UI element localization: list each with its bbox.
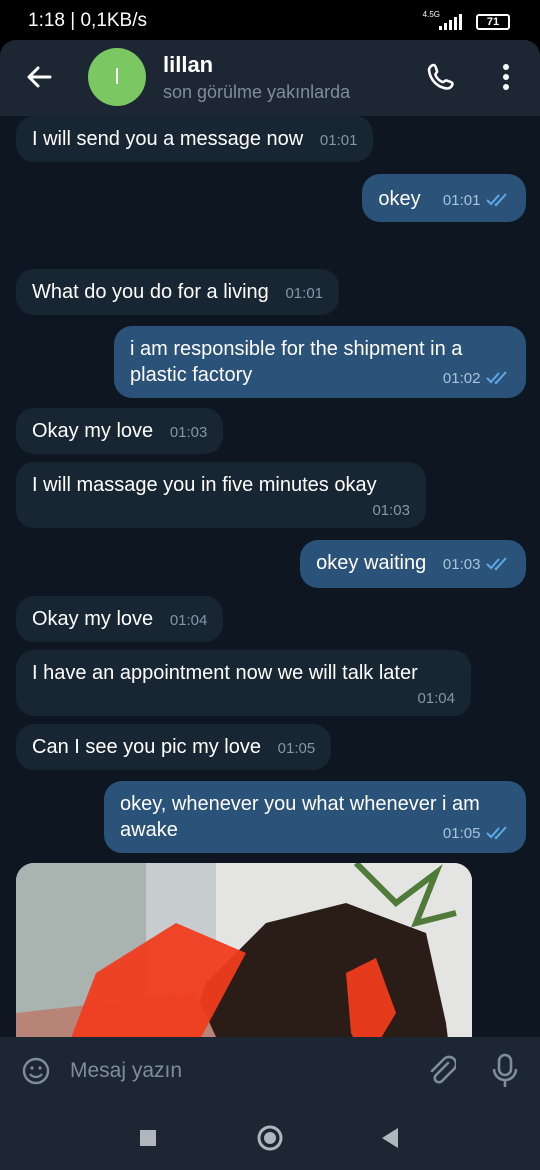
message-time: 01:05 [442, 825, 481, 842]
message-time: 01:05 [277, 740, 316, 757]
message-bubble[interactable]: I will send you a message now 01:01 [16, 116, 374, 162]
read-checkmark-icon [486, 826, 507, 840]
message-bubble[interactable]: Okay my love 01:03 [16, 408, 224, 454]
status-time: 1:18 | 0,1KB/s [28, 10, 148, 31]
read-checkmark-icon [486, 371, 507, 385]
photo-message[interactable] [16, 863, 472, 1037]
recent-apps-icon[interactable] [139, 1129, 157, 1147]
system-nav-bar [0, 1105, 540, 1170]
back-arrow-icon[interactable] [24, 62, 54, 92]
message-bubble[interactable]: What do you do for a living 01:01 [16, 269, 340, 315]
avatar[interactable]: l [88, 48, 146, 106]
message-text: okey waiting [316, 552, 427, 574]
microphone-icon[interactable] [492, 1053, 518, 1089]
message-time: 01:03 [442, 556, 481, 573]
signal-icon [439, 14, 462, 30]
status-bar: 1:18 | 0,1KB/s 4.5G 71 [0, 0, 540, 40]
message-time: 01:02 [442, 370, 481, 387]
contact-name[interactable]: lillan [163, 52, 213, 78]
message-bubble[interactable]: i am responsible for the shipment in a p… [114, 326, 526, 398]
message-bubble[interactable]: okey, whenever you what whenever i am aw… [104, 781, 526, 853]
more-options-icon[interactable] [496, 62, 516, 92]
message-text: Okay my love [32, 608, 154, 630]
message-bubble[interactable]: I will massage you in five minutes okay … [16, 462, 426, 528]
chat-app: l lillan son görülme yakınlarda I will s… [0, 40, 540, 1105]
attachment-icon[interactable] [426, 1055, 456, 1087]
message-time: 01:01 [319, 132, 358, 149]
chat-header: l lillan son görülme yakınlarda [0, 40, 540, 116]
emoji-icon[interactable] [22, 1057, 50, 1085]
message-bubble[interactable]: okey waiting 01:03 [300, 540, 526, 588]
message-text: okey [378, 188, 421, 210]
message-time: 01:03 [169, 424, 208, 441]
message-composer[interactable]: Mesaj yazın [0, 1037, 540, 1105]
message-time: 01:01 [442, 192, 481, 209]
battery-icon: 71 [476, 14, 510, 30]
home-icon[interactable] [257, 1125, 283, 1151]
message-bubble[interactable]: Okay my love 01:04 [16, 596, 224, 642]
message-input[interactable]: Mesaj yazın [70, 1059, 182, 1083]
last-seen-status: son görülme yakınlarda [163, 82, 351, 102]
message-time: 01:04 [169, 612, 208, 629]
message-text: What do you do for a living [32, 281, 269, 303]
message-bubble[interactable]: Can I see you pic my love 01:05 [16, 724, 332, 770]
network-type: 4.5G [422, 10, 440, 19]
message-bubble[interactable]: okey 01:01 [362, 174, 526, 222]
message-time: 01:04 [417, 690, 455, 707]
message-text: I will massage you in five minutes okay [32, 474, 377, 496]
back-icon[interactable] [380, 1127, 400, 1149]
message-time: 01:03 [372, 502, 410, 519]
message-bubble[interactable]: I have an appointment now we will talk l… [16, 650, 471, 716]
read-checkmark-icon [486, 193, 507, 207]
message-text: Okay my love [32, 420, 154, 442]
read-checkmark-icon [486, 557, 507, 571]
message-text: i am responsible for the shipment in a p… [130, 338, 463, 386]
battery-level: 71 [486, 16, 500, 28]
photo-image [16, 863, 472, 1037]
message-time: 01:01 [285, 285, 324, 302]
message-text: I will send you a message now [32, 128, 304, 150]
message-text: Can I see you pic my love [32, 736, 261, 758]
message-list: I will send you a message now 01:01 okey… [0, 116, 540, 1037]
phone-icon[interactable] [426, 62, 456, 92]
message-text: okey, whenever you what whenever i am aw… [120, 793, 480, 841]
message-text: I have an appointment now we will talk l… [32, 662, 418, 684]
